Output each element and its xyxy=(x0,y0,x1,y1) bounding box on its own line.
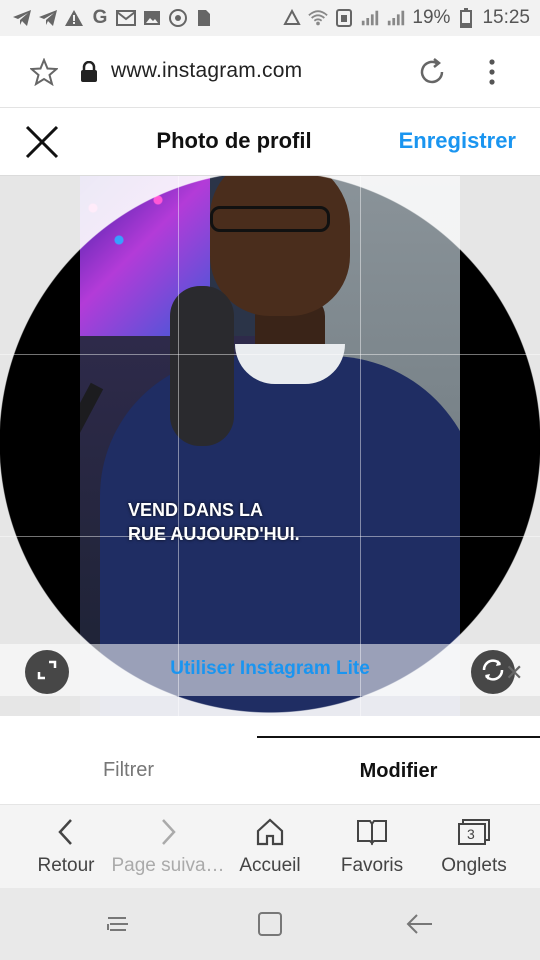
telegram-icon xyxy=(38,8,58,28)
rotate-icon xyxy=(480,657,506,688)
forward-button[interactable]: Page suiva… xyxy=(111,805,225,889)
person-glasses xyxy=(210,206,330,232)
status-right-icons: 19% 15:25 xyxy=(282,7,530,29)
home-button[interactable]: Accueil xyxy=(216,805,324,889)
reload-icon[interactable] xyxy=(416,56,448,93)
google-icon: G xyxy=(92,7,108,28)
lock-icon xyxy=(80,60,98,88)
image-icon xyxy=(142,8,162,28)
crop-grid-line xyxy=(178,176,179,716)
data-icon xyxy=(334,8,354,28)
back-label: Retour xyxy=(37,855,95,876)
tabs-icon: 3 xyxy=(457,817,491,847)
browser-url-bar: www.instagram.com xyxy=(0,36,540,108)
tabs-button[interactable]: 3 Onglets xyxy=(420,805,528,889)
home-nav-icon[interactable] xyxy=(256,910,284,943)
telegram-icon xyxy=(12,8,32,28)
gmail-icon xyxy=(116,8,136,28)
tabs-label: Onglets xyxy=(441,855,507,876)
chevron-right-icon xyxy=(158,817,178,847)
wifi-icon xyxy=(308,8,329,28)
caption-line-1: VEND DANS LA xyxy=(128,500,264,520)
banner-close-icon[interactable]: ✕ xyxy=(505,660,523,686)
url-field[interactable]: www.instagram.com xyxy=(111,59,302,83)
clock: 15:25 xyxy=(482,7,530,28)
signal-icon xyxy=(360,8,380,28)
battery-percent: 19% xyxy=(412,7,451,28)
photo-crop-editor[interactable]: VEND DANS LA RUE AUJOURD'HUI. Utiliser I… xyxy=(0,176,540,716)
video-caption: VEND DANS LA RUE AUJOURD'HUI. xyxy=(128,498,300,546)
browser-bottom-bar: Retour Page suiva… Accueil Favoris 3 Ong… xyxy=(0,804,540,888)
person-head xyxy=(210,176,350,316)
signal-icon xyxy=(386,8,406,28)
more-menu-icon[interactable] xyxy=(482,58,502,91)
bookmarks-button[interactable]: Favoris xyxy=(318,805,426,889)
profile-photo: VEND DANS LA RUE AUJOURD'HUI. xyxy=(80,176,460,716)
caption-line-2: RUE AUJOURD'HUI. xyxy=(128,524,300,544)
tab-edit[interactable]: Modifier xyxy=(257,736,540,804)
crop-grid-line xyxy=(0,354,540,355)
recycle-icon xyxy=(282,8,302,28)
crop-grid-line xyxy=(0,536,540,537)
recents-icon[interactable] xyxy=(104,910,132,943)
expand-button[interactable] xyxy=(25,650,69,694)
status-left-icons: G xyxy=(12,7,214,28)
save-button[interactable]: Enregistrer xyxy=(399,128,516,154)
microphone xyxy=(170,286,234,446)
bookmarks-icon xyxy=(356,817,388,847)
expand-icon xyxy=(36,659,58,686)
instagram-lite-link[interactable]: Utiliser Instagram Lite xyxy=(0,658,540,680)
tab-count: 3 xyxy=(467,826,475,842)
back-button[interactable]: Retour xyxy=(12,805,120,889)
battery-icon xyxy=(456,8,476,28)
status-bar: G 19% 15:25 xyxy=(0,0,540,36)
crop-grid-line xyxy=(360,176,361,716)
forward-label: Page suiva… xyxy=(111,855,225,876)
back-nav-icon[interactable] xyxy=(406,910,434,943)
home-icon xyxy=(255,817,285,847)
profile-photo-header: Photo de profil Enregistrer xyxy=(0,108,540,176)
chevron-left-icon xyxy=(56,817,76,847)
bookmarks-label: Favoris xyxy=(340,855,404,876)
settings-circle-icon xyxy=(168,8,188,28)
android-nav-bar xyxy=(0,888,540,960)
alert-icon xyxy=(64,8,84,28)
editor-tabs: Filtrer Modifier xyxy=(0,736,540,804)
bookmark-star-icon[interactable] xyxy=(28,57,60,91)
sim-icon xyxy=(194,8,214,28)
home-label: Accueil xyxy=(239,855,301,876)
tab-filter[interactable]: Filtrer xyxy=(0,736,257,804)
